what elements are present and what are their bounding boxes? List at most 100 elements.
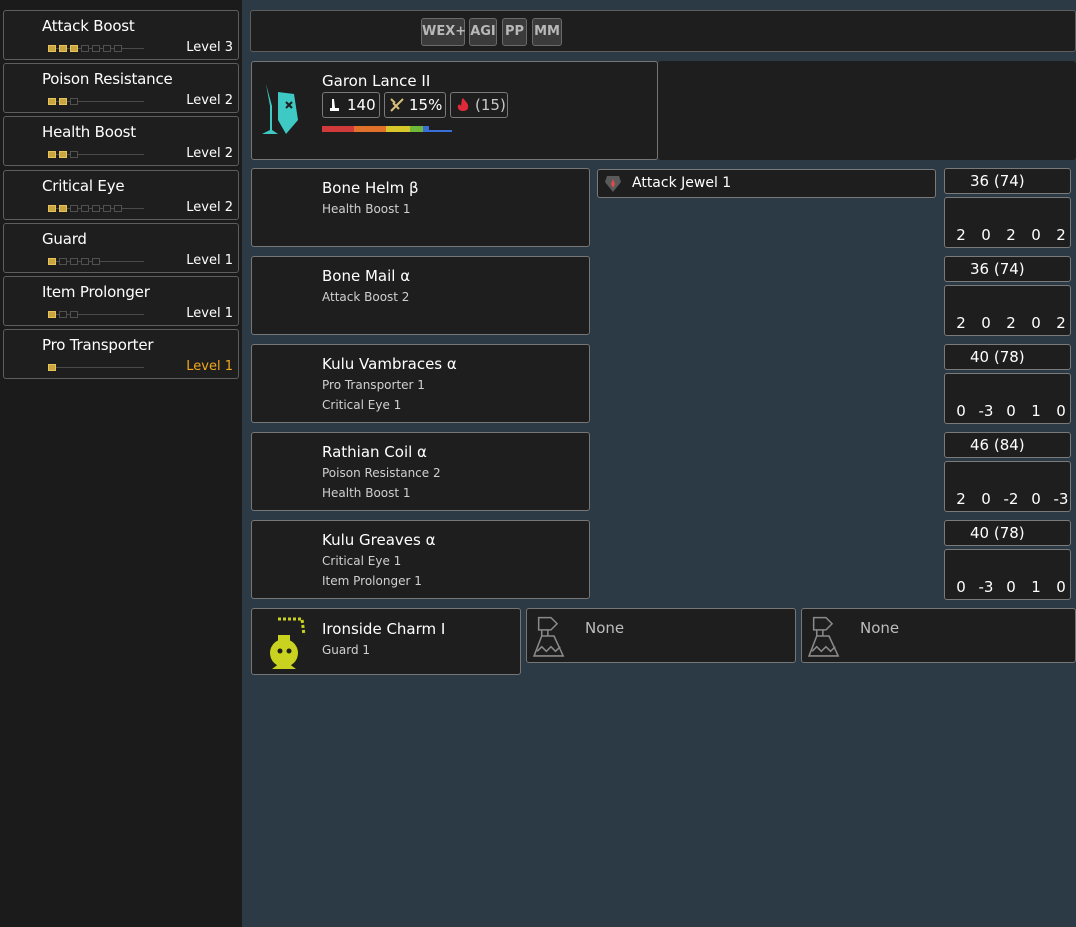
skill-pip [59, 311, 67, 318]
defense-icon [949, 260, 965, 278]
armor-panel[interactable]: Kulu Greaves α Critical Eye 1 Item Prolong… [251, 520, 590, 599]
skill-gem-icon [9, 126, 39, 156]
tag-mm[interactable]: MM [532, 18, 562, 46]
skill-card[interactable]: Health Boost Level 2 [3, 116, 239, 167]
dragon-icon [1052, 378, 1070, 398]
tag-agi[interactable]: AGI [469, 18, 497, 46]
resistance-value: 2 [956, 226, 966, 244]
decoration-slot[interactable]: Attack Jewel 1 [597, 169, 936, 198]
tool-slot-1[interactable]: None [526, 608, 796, 663]
ice-icon [1027, 554, 1045, 574]
skill-card[interactable]: Critical Eye Level 2 [3, 169, 239, 220]
thunder-icon [1002, 554, 1020, 574]
armor-panel[interactable]: Rathian Coil α Poison Resistance 2 Health … [251, 432, 590, 511]
skill-pip [48, 45, 56, 52]
fire-icon [952, 466, 970, 486]
skill-pips [48, 310, 144, 320]
armor-name: Bone Helm β [322, 179, 419, 197]
skill-level: Level 2 [186, 93, 233, 109]
skill-pips [48, 204, 144, 214]
skill-pip [103, 45, 111, 52]
tan-claw-icon [355, 17, 383, 45]
armor-panel[interactable]: Kulu Vambraces α Pro Transporter 1 Critica… [251, 344, 590, 423]
armor-skill: Pro Transporter 1 [322, 378, 425, 392]
element-stat: (15) [450, 92, 508, 118]
skill-pip [81, 257, 89, 265]
pink-claw-icon [291, 17, 319, 45]
sharpness-segment [429, 130, 452, 132]
fire-icon [457, 98, 469, 111]
resistance-value: 0 [1031, 490, 1041, 508]
skill-gem-icon [9, 180, 39, 210]
defense-value: 46 (84) [970, 436, 1025, 454]
resistance-value: 0 [1006, 578, 1016, 596]
resistance-box: 20202 [944, 197, 1071, 248]
ice-icon [1027, 378, 1045, 398]
skill-card[interactable]: Pro Transporter Level 1 [3, 329, 239, 380]
dragon-icon [1052, 202, 1070, 222]
dragon-icon [1052, 290, 1070, 310]
skill-pip [70, 45, 78, 52]
resistance-box: 0 -3 0 1 0 [944, 373, 1071, 424]
resistance-value: 2 [1006, 314, 1016, 332]
resistance-value: -3 [1053, 490, 1069, 508]
charm-icon [270, 617, 306, 669]
sharpness-segment [385, 126, 410, 132]
affinity-icon [390, 98, 404, 112]
armor-skill: Attack Boost 2 [322, 290, 410, 304]
resistance-value: 0 [1006, 402, 1016, 420]
skill-sidebar: Attack Boost Level 3 Poison Resistance Leve… [0, 0, 242, 927]
resistance-value: 0 [1056, 402, 1066, 420]
skill-card[interactable]: Poison Resistance Level 2 [3, 63, 239, 114]
skill-pip [103, 204, 111, 212]
skill-card[interactable]: Attack Boost Level 3 [3, 10, 239, 60]
skill-gem-icon [9, 20, 39, 50]
resistance-value: 0 [981, 314, 991, 332]
pip-track [48, 367, 144, 369]
charm-panel[interactable]: Ironside Charm I Guard 1 [251, 608, 521, 675]
armor-skill: Health Boost 1 [322, 202, 411, 216]
tag-wex-plus[interactable]: WEX+ [421, 18, 466, 46]
thunder-icon [1002, 466, 1020, 486]
skill-pip [48, 311, 56, 318]
thunder-icon [1002, 290, 1020, 310]
skill-pip [59, 45, 67, 52]
skill-name: Guard [42, 229, 87, 248]
tool-slot-1-label: None [585, 619, 625, 637]
resistance-value: 0 [1031, 314, 1041, 332]
tag-pp[interactable]: PP [502, 18, 527, 46]
armor-icon [258, 177, 318, 237]
skill-card[interactable]: Guard Level 1 [3, 222, 239, 273]
sharpness-segment [322, 126, 354, 132]
sharpness-bar [322, 126, 474, 132]
armor-panel[interactable]: Bone Mail α Attack Boost 2 [251, 256, 590, 335]
skill-pip [48, 98, 56, 106]
resistance-box: 20202 [944, 285, 1071, 336]
resistance-value: 0 [1056, 578, 1066, 596]
armor-panel[interactable]: Bone Helm β Health Boost 1 [251, 168, 590, 247]
skill-pip [59, 204, 67, 212]
skill-name: Health Boost [42, 123, 136, 142]
skill-card[interactable]: Item Prolonger Level 1 [3, 276, 239, 326]
skill-pip [48, 257, 56, 265]
armor-name: Bone Mail α [322, 267, 411, 285]
weapon-panel[interactable]: Garon Lance II 140 15% (15) [251, 61, 658, 160]
tool-slot-2[interactable]: None [801, 608, 1076, 663]
armor-skill: Item Prolonger 1 [322, 574, 422, 588]
fire-icon [952, 554, 970, 574]
skill-pip [81, 204, 89, 212]
skill-pip [70, 151, 78, 159]
ice-icon [1027, 290, 1045, 310]
affinity-stat: 15% [384, 92, 446, 118]
defense-icon [949, 524, 965, 542]
resistance-value: 2 [956, 314, 966, 332]
charm-name: Ironside Charm I [322, 620, 446, 638]
defense-icon [949, 436, 965, 454]
skill-pip [70, 257, 78, 265]
tan-potion-icon [323, 17, 351, 45]
skill-pips [48, 44, 144, 54]
skill-pip [92, 204, 100, 212]
dragon-icon [1052, 554, 1070, 574]
skill-pip [59, 98, 67, 106]
skill-pip [48, 204, 56, 212]
